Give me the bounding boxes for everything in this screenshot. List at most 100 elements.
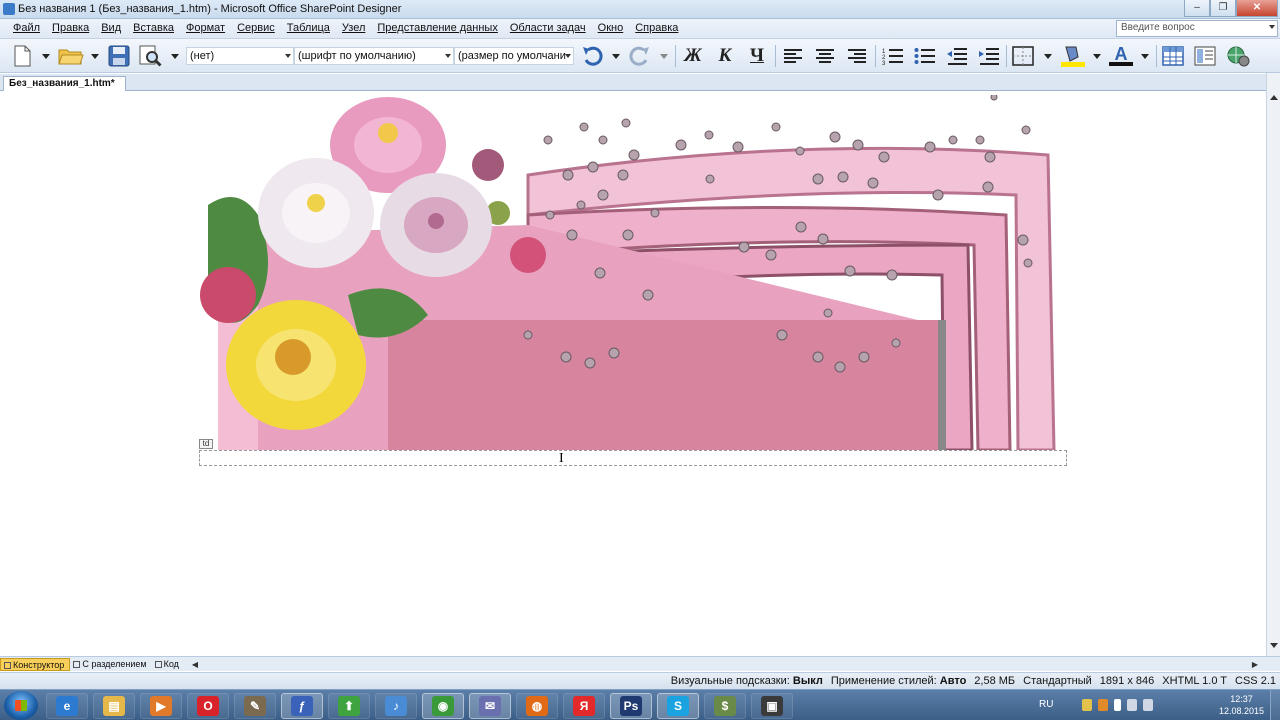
underline-button[interactable]: Ч [745,44,769,68]
menu-tools[interactable]: Сервис [231,22,281,34]
tab-design-view[interactable]: Конструктор [0,657,71,671]
taskbar-file-explorer-button[interactable]: ▤ [93,693,135,719]
style-application-status[interactable]: Применение стилей: Авто [831,675,966,687]
volume-icon[interactable] [1143,699,1153,711]
bold-button[interactable]: Ж [681,44,705,68]
menu-format[interactable]: Формат [180,22,231,34]
language-indicator[interactable]: RU [1039,699,1053,710]
table-cell[interactable] [199,450,1067,466]
taskbar-firefox-button[interactable]: ◍ [516,693,558,719]
taskbar-tool-app-button[interactable]: ▣ [751,693,793,719]
menu-help[interactable]: Справка [629,22,684,34]
taskbar-gimp-button[interactable]: ✎ [234,693,276,719]
taskbar-yandex-button[interactable]: Я [563,693,605,719]
taskbar-audio-button[interactable]: ♪ [375,693,417,719]
taskbar-media-player-button[interactable]: ▶ [140,693,182,719]
menu-insert[interactable]: Вставка [127,22,180,34]
menu-window[interactable]: Окно [592,22,630,34]
align-left-button[interactable] [780,44,806,68]
tab-code-view[interactable]: Код [152,658,184,671]
taskbar-photoshop-button[interactable]: Ps [610,693,652,719]
numbered-list-button[interactable]: 123 [880,44,906,68]
taskbar-sharepoint-designer-button[interactable]: ƒ [281,693,323,719]
restore-button[interactable]: ❐ [1210,0,1236,17]
undo-button[interactable] [580,44,606,68]
font-color-button[interactable]: A [1106,44,1136,68]
highlight-dropdown[interactable] [1093,54,1101,59]
scroll-right-icon[interactable]: ▶ [1252,660,1258,669]
view-bar: Конструктор С разделением Код ◀ ▶ [0,656,1280,671]
tray-info-icon[interactable] [1082,699,1092,711]
font-size-select[interactable]: (размер по умолчани [454,47,574,65]
taskbar-opera-button[interactable]: O [187,693,229,719]
menu-table[interactable]: Таблица [281,22,336,34]
align-right-button[interactable] [844,44,870,68]
sharepoint-designer-app-icon[interactable] [3,3,15,15]
tab-split-view[interactable]: С разделением [70,658,151,671]
save-button[interactable] [106,44,132,68]
taskbar-money-app-button[interactable]: $ [704,693,746,719]
redo-dropdown[interactable] [660,54,668,59]
menu-data-view[interactable]: Представление данных [371,22,503,34]
menu-task-panes[interactable]: Области задач [504,22,592,34]
redo-button[interactable] [626,44,652,68]
font-select[interactable]: (шрифт по умолчанию) [294,47,454,65]
style-select[interactable]: (нет) [186,47,294,65]
toolbar-separator [875,45,876,67]
tray-flag-icon[interactable] [1114,699,1121,711]
align-center-button[interactable] [812,44,838,68]
start-button[interactable] [4,691,38,720]
clock[interactable]: 12:37 12.08.2015 [1219,693,1264,717]
style-application-value: Авто [939,675,967,687]
show-desktop-button[interactable] [1270,690,1280,720]
borders-dropdown[interactable] [1044,54,1052,59]
scroll-down-icon[interactable] [1270,643,1278,648]
network-icon[interactable] [1127,699,1137,711]
insert-table-button[interactable] [1160,44,1186,68]
css-version-status[interactable]: CSS 2.1 [1235,675,1276,687]
increase-indent-button[interactable] [976,44,1002,68]
page-dimensions-status[interactable]: 1891 x 846 [1100,675,1154,687]
web-component-button[interactable] [1224,44,1252,68]
preview-button[interactable] [137,44,165,68]
borders-button[interactable] [1010,44,1036,68]
new-page-button[interactable] [8,44,36,68]
menu-site[interactable]: Узел [336,22,371,34]
highlight-button[interactable] [1058,44,1088,68]
chrome-icon: ◉ [432,696,454,716]
scroll-left-icon[interactable]: ◀ [192,660,198,669]
render-mode-status[interactable]: Стандартный [1023,675,1092,687]
taskbar-internet-explorer-button[interactable]: e [46,693,88,719]
td-tag-label: td [199,439,213,449]
menu-file[interactable]: Файл [7,22,46,34]
align-center-icon [816,47,834,65]
vertical-scrollbar[interactable] [1266,73,1280,656]
menu-view[interactable]: Вид [95,22,127,34]
decrease-indent-button[interactable] [944,44,970,68]
design-canvas[interactable]: td I [0,91,1266,656]
taskbar-chrome-button[interactable]: ◉ [422,693,464,719]
split-view-icon [73,660,81,668]
taskbar-mail-client-button[interactable]: ✉ [469,693,511,719]
new-page-dropdown[interactable] [42,54,50,59]
doctype-status[interactable]: XHTML 1.0 T [1162,675,1227,687]
undo-dropdown[interactable] [612,54,620,59]
minimize-button[interactable]: – [1184,0,1210,17]
banner-image[interactable] [198,95,1068,450]
italic-button[interactable]: К [713,44,737,68]
open-button[interactable] [56,44,86,68]
tray-security-icon[interactable] [1098,699,1108,711]
open-dropdown[interactable] [91,54,99,59]
font-color-dropdown[interactable] [1141,54,1149,59]
close-button[interactable]: ✕ [1236,0,1278,17]
visual-aids-status[interactable]: Визуальные подсказки: Выкл [671,675,823,687]
ask-question-input[interactable]: Введите вопрос [1116,20,1278,37]
taskbar-upload-arrow-button[interactable]: ⬆ [328,693,370,719]
document-tab[interactable]: Без_названия_1.htm* [3,76,126,91]
menu-edit[interactable]: Правка [46,22,95,34]
scroll-up-icon[interactable] [1270,95,1278,100]
preview-dropdown[interactable] [171,54,179,59]
insert-layer-button[interactable] [1192,44,1218,68]
taskbar-skype-button[interactable]: S [657,693,699,719]
bulleted-list-button[interactable] [912,44,938,68]
